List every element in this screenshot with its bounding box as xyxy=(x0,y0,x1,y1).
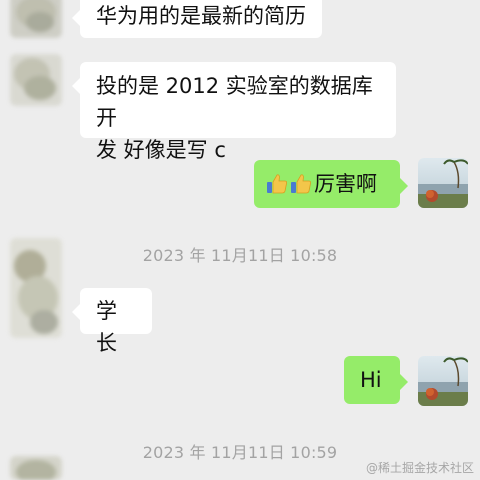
message-bubble-incoming[interactable]: 学长 xyxy=(72,288,152,355)
contact-avatar[interactable] xyxy=(10,456,62,480)
message-text: Hi xyxy=(360,368,382,392)
message-bubble-outgoing[interactable]: Hi xyxy=(344,356,408,404)
message-bubble-outgoing[interactable]: 厉害啊 xyxy=(254,160,408,208)
timestamp: 2023 年 11月11日 10:58 xyxy=(142,246,338,265)
message-bubble-incoming[interactable]: 华为用的是最新的简历 xyxy=(72,0,322,38)
message-text: 华为用的是最新的简历 xyxy=(96,4,306,28)
contact-avatar[interactable] xyxy=(10,54,62,106)
my-avatar[interactable] xyxy=(418,356,468,406)
watermark: @稀土掘金技术社区 xyxy=(365,461,474,475)
my-avatar[interactable] xyxy=(418,158,468,208)
thumbs-up-icon xyxy=(266,172,288,194)
message-bubble-incoming[interactable]: 投的是 2012 实验室的数据库开 发 好像是写 c xyxy=(72,62,396,162)
contact-avatar[interactable] xyxy=(10,0,62,38)
message-text: 学长 xyxy=(96,299,117,355)
contact-avatar[interactable] xyxy=(10,238,62,338)
thumbs-up-icon xyxy=(290,172,312,194)
message-text: 厉害啊 xyxy=(314,172,377,196)
message-text-line: 投的是 2012 实验室的数据库开 xyxy=(96,74,373,130)
